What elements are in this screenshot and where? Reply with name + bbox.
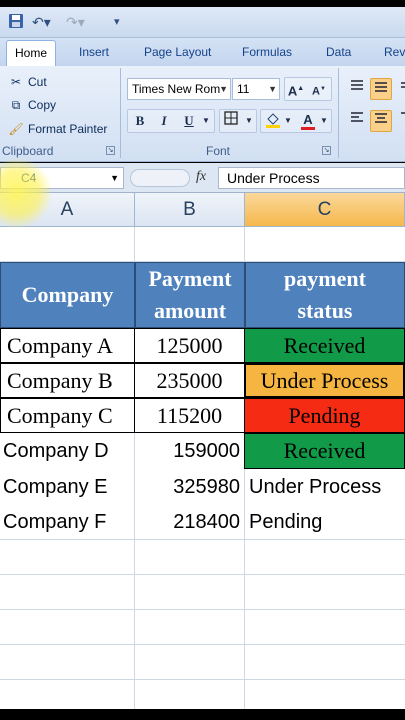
font-size-select[interactable]: 11 ▼ bbox=[232, 78, 280, 100]
header-payment-amount-line2: amount bbox=[153, 298, 227, 323]
header-payment-amount-line1: Payment bbox=[148, 266, 232, 291]
bottom-black-bar bbox=[0, 709, 405, 720]
tab-data[interactable]: Data bbox=[326, 44, 351, 60]
formula-bar: C4 ▼ fx Under Process bbox=[0, 163, 405, 193]
quick-access-toolbar: ↶▾ ↷▾ ▾ bbox=[0, 7, 405, 38]
top-black-bar bbox=[0, 0, 405, 7]
cell-company-f[interactable]: Company F bbox=[0, 505, 134, 539]
clipboard-group-label: Clipboard bbox=[2, 144, 54, 158]
gridline bbox=[0, 539, 405, 540]
header-company[interactable]: Company bbox=[0, 262, 135, 328]
cell-company-b[interactable]: Company B bbox=[0, 363, 135, 398]
ribbon: ✂ Cut ⧉ Copy 🖌 Format Painter Clipboard ↘ T… bbox=[0, 66, 405, 162]
tab-formulas[interactable]: Formulas bbox=[242, 44, 292, 60]
align-center-icon[interactable] bbox=[370, 110, 392, 132]
grow-font-icon[interactable]: A▲ bbox=[285, 78, 307, 100]
font-family-select[interactable]: Times New Rom ▼ bbox=[127, 78, 231, 100]
tab-insert[interactable]: Insert bbox=[79, 44, 109, 60]
gridline bbox=[0, 574, 405, 575]
column-header-a[interactable]: A bbox=[0, 193, 135, 227]
align-top-icon[interactable] bbox=[346, 78, 368, 100]
align-right-icon[interactable] bbox=[394, 110, 405, 132]
fill-color-dropdown-icon[interactable]: ▼ bbox=[282, 110, 294, 132]
cell-company-a[interactable]: Company A bbox=[0, 328, 135, 363]
font-size-value: 11 bbox=[237, 82, 250, 96]
underline-button[interactable]: U bbox=[178, 110, 200, 132]
ribbon-tabs: Home Insert Page Layout Formulas Data Re… bbox=[0, 38, 405, 67]
formula-input[interactable]: Under Process bbox=[218, 167, 405, 189]
header-payment-status-line1: payment bbox=[284, 266, 366, 291]
borders-dropdown-icon[interactable]: ▼ bbox=[242, 110, 256, 132]
bold-button[interactable]: B bbox=[129, 110, 151, 132]
italic-button[interactable]: I bbox=[153, 110, 175, 132]
cell-amount-e[interactable]: 325980 bbox=[135, 470, 244, 504]
borders-icon[interactable] bbox=[220, 110, 242, 132]
header-payment-status-line2: status bbox=[297, 298, 353, 323]
cell-status-d[interactable]: Received bbox=[244, 433, 405, 469]
group-separator bbox=[120, 68, 121, 158]
group-separator bbox=[338, 68, 339, 158]
gridline bbox=[0, 609, 405, 610]
cell-status-c[interactable]: Pending bbox=[244, 398, 405, 433]
fill-color-icon[interactable] bbox=[262, 110, 284, 132]
font-dialog-launcher[interactable]: ↘ bbox=[322, 146, 331, 155]
gridline bbox=[0, 679, 405, 680]
cell-company-d[interactable]: Company D bbox=[0, 434, 134, 468]
copy-icon: ⧉ bbox=[11, 98, 21, 112]
align-bottom-icon[interactable] bbox=[394, 78, 405, 100]
cell-amount-b[interactable]: 235000 bbox=[134, 363, 245, 398]
chevron-down-icon: ▼ bbox=[219, 84, 228, 94]
clipboard-dialog-launcher[interactable]: ↘ bbox=[106, 146, 115, 155]
cell-status-f[interactable]: Pending bbox=[245, 505, 405, 539]
cell-amount-d[interactable]: 159000 bbox=[135, 434, 244, 468]
customize-qat-icon[interactable]: ▾ bbox=[114, 13, 120, 31]
chevron-down-icon[interactable]: ▼ bbox=[110, 168, 119, 188]
tab-page-layout[interactable]: Page Layout bbox=[144, 44, 211, 60]
format-painter-label: Format Painter bbox=[28, 122, 108, 136]
align-left-icon[interactable] bbox=[346, 110, 368, 132]
column-header-b[interactable]: B bbox=[135, 193, 245, 227]
paintbrush-icon: 🖌 bbox=[8, 122, 24, 136]
font-color-dropdown-icon[interactable]: ▼ bbox=[318, 110, 330, 132]
font-color-icon[interactable]: A bbox=[297, 109, 319, 131]
copy-label: Copy bbox=[28, 98, 57, 112]
header-payment-status[interactable]: payment status bbox=[245, 262, 405, 328]
formula-bar-resize-handle[interactable] bbox=[130, 169, 190, 187]
name-box-value: C4 bbox=[21, 171, 37, 185]
cell-company-e[interactable]: Company E bbox=[0, 470, 134, 504]
worksheet-grid: A B C Company Payment amount payment sta… bbox=[0, 193, 405, 709]
cell-status-b[interactable]: Under Process bbox=[244, 363, 405, 398]
cut-label: Cut bbox=[28, 75, 47, 89]
function-icon[interactable]: fx bbox=[196, 169, 206, 185]
cell-amount-a[interactable]: 125000 bbox=[134, 328, 245, 363]
cut-button[interactable]: ✂ Cut bbox=[8, 74, 47, 90]
format-painter-button[interactable]: 🖌 Format Painter bbox=[8, 121, 107, 137]
cell-amount-c[interactable]: 115200 bbox=[134, 398, 245, 433]
cell-status-e[interactable]: Under Process bbox=[245, 470, 405, 504]
scissors-icon: ✂ bbox=[10, 75, 22, 89]
gridline bbox=[0, 644, 405, 645]
cell-company-c[interactable]: Company C bbox=[0, 398, 135, 433]
redo-icon[interactable]: ↷▾ bbox=[66, 13, 85, 31]
copy-button[interactable]: ⧉ Copy bbox=[8, 97, 56, 113]
font-group-label: Font bbox=[206, 144, 231, 158]
chevron-down-icon: ▼ bbox=[268, 84, 277, 94]
cell-status-a[interactable]: Received bbox=[244, 328, 405, 363]
tab-review[interactable]: Rev bbox=[384, 44, 405, 60]
font-family-value: Times New Rom bbox=[132, 82, 221, 96]
save-icon[interactable] bbox=[8, 13, 24, 31]
name-box[interactable]: C4 ▼ bbox=[0, 167, 124, 189]
undo-icon[interactable]: ↶▾ bbox=[32, 13, 51, 31]
cell-amount-f[interactable]: 218400 bbox=[135, 505, 244, 539]
header-payment-amount[interactable]: Payment amount bbox=[135, 262, 245, 328]
column-header-c[interactable]: C bbox=[245, 193, 405, 227]
underline-dropdown-icon[interactable]: ▼ bbox=[199, 110, 213, 132]
tab-home[interactable]: Home bbox=[6, 40, 57, 67]
shrink-font-icon[interactable]: A▼ bbox=[308, 78, 330, 100]
align-middle-icon[interactable] bbox=[370, 78, 392, 100]
